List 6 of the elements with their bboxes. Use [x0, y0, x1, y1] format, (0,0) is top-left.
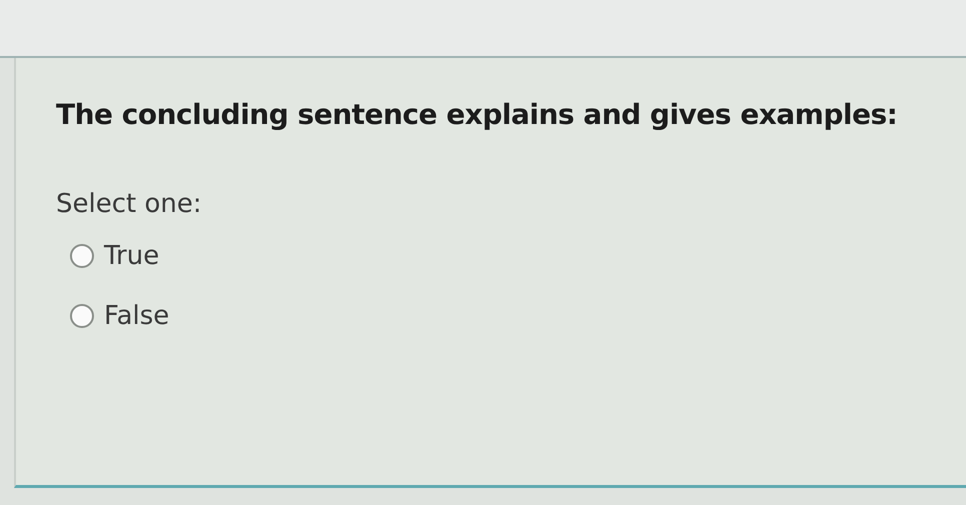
radio-button[interactable] [70, 304, 94, 328]
option-label[interactable]: True [104, 241, 160, 271]
question-text: The concluding sentence explains and gives examples: [56, 98, 898, 131]
prompt-text: Select one: [56, 189, 203, 219]
option-label[interactable]: False [104, 301, 170, 331]
radio-button[interactable] [70, 244, 94, 268]
